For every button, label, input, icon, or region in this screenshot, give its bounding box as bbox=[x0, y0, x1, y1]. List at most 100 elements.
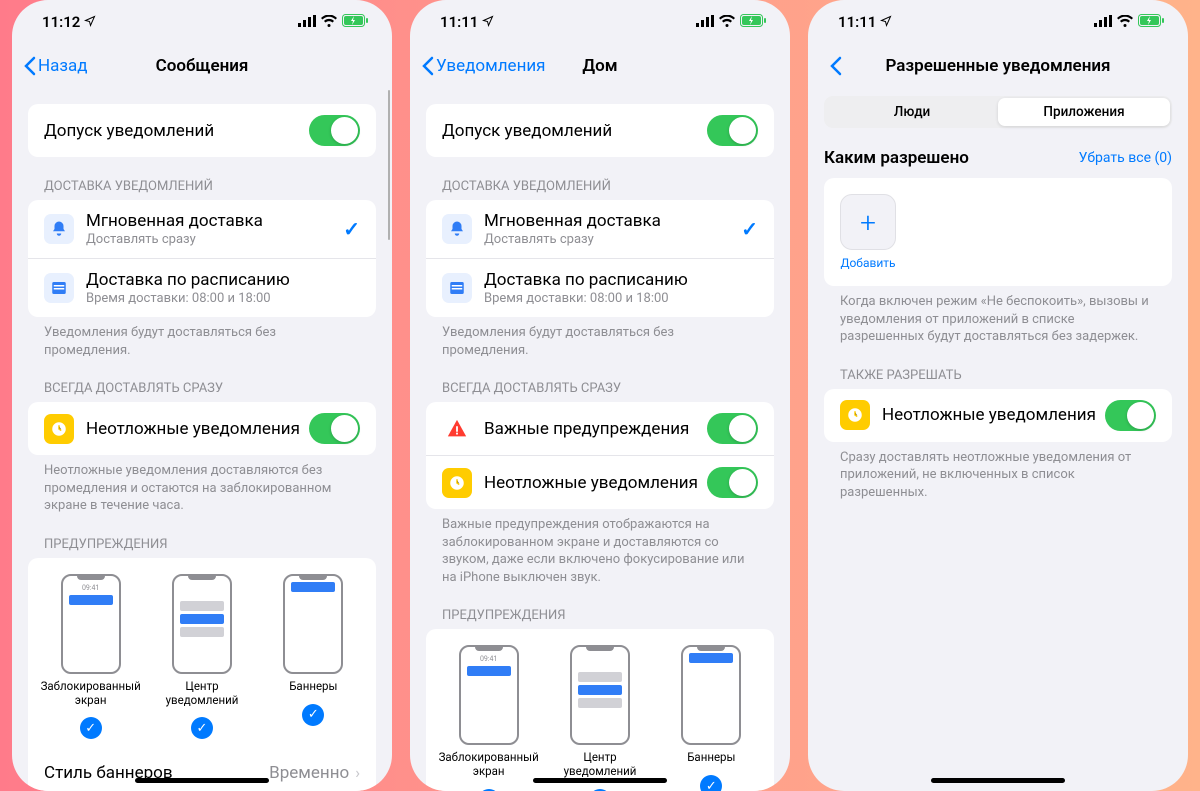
calendar-icon bbox=[44, 273, 74, 303]
urgent-footer: Неотложные уведомления доставляются без … bbox=[28, 462, 376, 515]
plus-icon: + bbox=[860, 206, 876, 239]
urgent-label: Неотложные уведомления bbox=[882, 405, 1105, 425]
always-section-header: ВСЕГДА ДОСТАВЛЯТЬ СРАЗУ bbox=[442, 381, 774, 396]
home-indicator[interactable] bbox=[931, 778, 1065, 783]
wifi-icon bbox=[321, 13, 337, 31]
add-app-button[interactable]: + bbox=[840, 194, 896, 250]
back-button[interactable]: Уведомления bbox=[422, 56, 546, 76]
nav-bar: Назад Сообщения bbox=[12, 44, 392, 88]
battery-charging-icon bbox=[342, 13, 368, 31]
allowed-footer: Когда включен режим «Не беспокоить», выз… bbox=[824, 293, 1172, 346]
clock-icon bbox=[442, 468, 472, 498]
home-indicator[interactable] bbox=[533, 778, 667, 783]
warning-icon bbox=[442, 414, 472, 444]
status-time: 11:11 bbox=[838, 13, 876, 31]
wifi-icon bbox=[1117, 13, 1133, 31]
screen-allowed: 11:11 Разрешенные уведомления Люди Прило… bbox=[808, 0, 1188, 791]
location-icon bbox=[880, 13, 892, 31]
alert-banners[interactable]: Баннеры ✓ bbox=[661, 645, 762, 791]
alerts-section-header: ПРЕДУПРЕЖДЕНИЯ bbox=[44, 537, 376, 552]
seg-apps[interactable]: Приложения bbox=[998, 98, 1170, 126]
urgent-row: Неотложные уведомления bbox=[426, 456, 774, 509]
status-bar: 11:11 bbox=[410, 0, 790, 44]
critical-row: Важные предупреждения bbox=[426, 402, 774, 456]
alert-banners[interactable]: Баннеры ✓ bbox=[263, 574, 364, 740]
alert-center[interactable]: Центр уведомлений ✓ bbox=[151, 574, 252, 740]
seg-people[interactable]: Люди bbox=[826, 98, 998, 126]
wifi-icon bbox=[719, 13, 735, 31]
urgent-label: Неотложные уведомления bbox=[484, 473, 707, 493]
delivery-section-header: ДОСТАВКА УВЕДОМЛЕНИЙ bbox=[442, 179, 774, 194]
home-indicator[interactable] bbox=[135, 778, 269, 783]
alert-center-label: Центр уведомлений bbox=[549, 751, 650, 779]
banner-style-row[interactable]: Стиль баннеров Временно › bbox=[28, 751, 376, 791]
urgent-switch[interactable] bbox=[309, 413, 360, 444]
always-section-header: ВСЕГДА ДОСТАВЛЯТЬ СРАЗУ bbox=[44, 381, 376, 396]
checkmark-icon: ✓ bbox=[741, 217, 758, 241]
clock-icon bbox=[840, 400, 870, 430]
chevron-right-icon: › bbox=[355, 763, 360, 782]
check-icon: ✓ bbox=[700, 775, 722, 791]
nav-bar: Уведомления Дом bbox=[410, 44, 790, 88]
check-icon: ✓ bbox=[191, 717, 213, 739]
allow-notifications-switch[interactable] bbox=[707, 115, 758, 146]
status-bar: 11:12 bbox=[12, 0, 392, 44]
urgent-switch[interactable] bbox=[1105, 400, 1156, 431]
delivery-section-header: ДОСТАВКА УВЕДОМЛЕНИЙ bbox=[44, 179, 376, 194]
critical-switch[interactable] bbox=[707, 413, 758, 444]
battery-charging-icon bbox=[740, 13, 766, 31]
back-button[interactable]: Назад bbox=[24, 56, 88, 76]
remove-all-button[interactable]: Убрать все (0) bbox=[1079, 150, 1172, 166]
alert-banners-label: Баннеры bbox=[661, 751, 762, 765]
instant-delivery-row[interactable]: Мгновенная доставка Доставлять сразу ✓ bbox=[426, 200, 774, 259]
instant-delivery-title: Мгновенная доставка bbox=[86, 211, 343, 231]
bell-icon bbox=[442, 214, 472, 244]
scheduled-delivery-sub: Время доставки: 08:00 и 18:00 bbox=[86, 291, 360, 306]
scrollbar[interactable] bbox=[388, 90, 391, 240]
scheduled-delivery-sub: Время доставки: 08:00 и 18:00 bbox=[484, 291, 758, 306]
calendar-icon bbox=[442, 273, 472, 303]
allow-notifications-row: Допуск уведомлений bbox=[28, 104, 376, 157]
status-bar: 11:11 bbox=[808, 0, 1188, 44]
check-icon: ✓ bbox=[302, 704, 324, 726]
cellular-icon bbox=[696, 13, 714, 31]
instant-delivery-sub: Доставлять сразу bbox=[484, 232, 741, 247]
banner-style-value: Временно bbox=[269, 763, 349, 783]
scheduled-delivery-title: Доставка по расписанию bbox=[86, 270, 360, 290]
urgent-row: Неотложные уведомления bbox=[28, 402, 376, 455]
segmented-control: Люди Приложения bbox=[824, 96, 1172, 128]
scheduled-delivery-row[interactable]: Доставка по расписанию Время доставки: 0… bbox=[426, 259, 774, 317]
delivery-footer: Уведомления будут доставляться без проме… bbox=[426, 324, 774, 359]
back-label: Уведомления bbox=[436, 56, 546, 76]
urgent-label: Неотложные уведомления bbox=[86, 419, 309, 439]
alerts-section-header: ПРЕДУПРЕЖДЕНИЯ bbox=[442, 608, 774, 623]
instant-delivery-title: Мгновенная доставка bbox=[484, 211, 741, 231]
alert-lockscreen[interactable]: 09:41 Заблокированный экран ✓ bbox=[438, 645, 539, 791]
alert-lockscreen-label: Заблокированный экран bbox=[40, 680, 141, 708]
cellular-icon bbox=[1094, 13, 1112, 31]
urgent-footer: Сразу доставлять неотложные уведомления … bbox=[824, 449, 1172, 502]
nav-title: Разрешенные уведомления bbox=[808, 56, 1188, 76]
screen-messages: 11:12 Назад Сообщения Допуск уведомлений… bbox=[12, 0, 392, 791]
critical-label: Важные предупреждения bbox=[484, 419, 707, 439]
cellular-icon bbox=[298, 13, 316, 31]
alert-lockscreen[interactable]: 09:41 Заблокированный экран ✓ bbox=[40, 574, 141, 740]
alert-center[interactable]: Центр уведомлений ✓ bbox=[549, 645, 650, 791]
allow-notifications-label: Допуск уведомлений bbox=[44, 121, 309, 141]
battery-charging-icon bbox=[1138, 13, 1164, 31]
allow-notifications-switch[interactable] bbox=[309, 115, 360, 146]
urgent-switch[interactable] bbox=[707, 467, 758, 498]
bell-icon bbox=[44, 214, 74, 244]
alert-banners-label: Баннеры bbox=[263, 680, 364, 694]
back-label: Назад bbox=[38, 56, 88, 76]
add-label: Добавить bbox=[840, 256, 896, 270]
allowed-header-title: Каким разрешено bbox=[824, 148, 969, 168]
scheduled-delivery-row[interactable]: Доставка по расписанию Время доставки: 0… bbox=[28, 259, 376, 317]
status-time: 11:11 bbox=[440, 13, 478, 31]
back-button[interactable] bbox=[820, 56, 852, 76]
location-icon bbox=[482, 13, 494, 31]
urgent-row: Неотложные уведомления bbox=[824, 389, 1172, 442]
instant-delivery-row[interactable]: Мгновенная доставка Доставлять сразу ✓ bbox=[28, 200, 376, 259]
clock-icon bbox=[44, 414, 74, 444]
allow-notifications-label: Допуск уведомлений bbox=[442, 121, 707, 141]
